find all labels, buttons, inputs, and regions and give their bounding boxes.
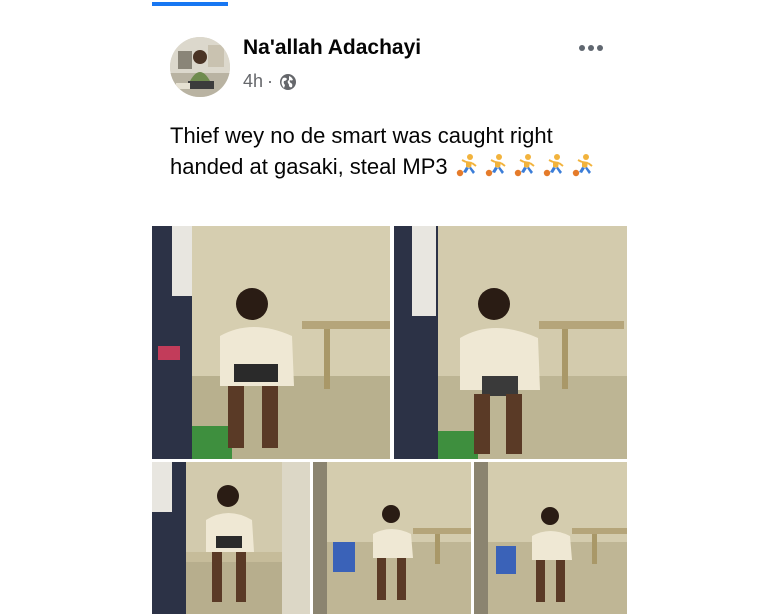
dot-icon [588,45,594,51]
author-name[interactable]: Na'allah Adachayi [243,36,421,60]
person-bouncing-ball-icon [485,154,506,177]
post-photo-3[interactable] [152,462,310,614]
post-body: Thief wey no de smart was caught right h… [170,120,610,187]
post-photo-2[interactable] [394,226,627,459]
person-bouncing-ball-icon [572,154,593,177]
post-photo-4[interactable] [313,462,471,614]
avatar[interactable] [170,37,230,97]
person-bouncing-ball-icon [543,154,564,177]
more-options-button[interactable] [574,36,608,60]
dot-icon [597,45,603,51]
globe-icon [280,73,297,90]
person-bouncing-ball-icon [514,154,535,177]
post-photo-5[interactable] [474,462,627,614]
active-tab-indicator [152,2,228,6]
meta-separator: · [267,71,274,91]
facebook-post: Na'allah Adachayi 4h · Thief wey no de s… [0,0,777,614]
emoji-run [454,153,599,187]
post-photo-1[interactable] [152,226,390,459]
dot-icon [579,45,585,51]
post-time[interactable]: 4h [243,71,263,92]
person-bouncing-ball-icon [456,154,477,177]
post-meta: 4h · [243,71,297,92]
